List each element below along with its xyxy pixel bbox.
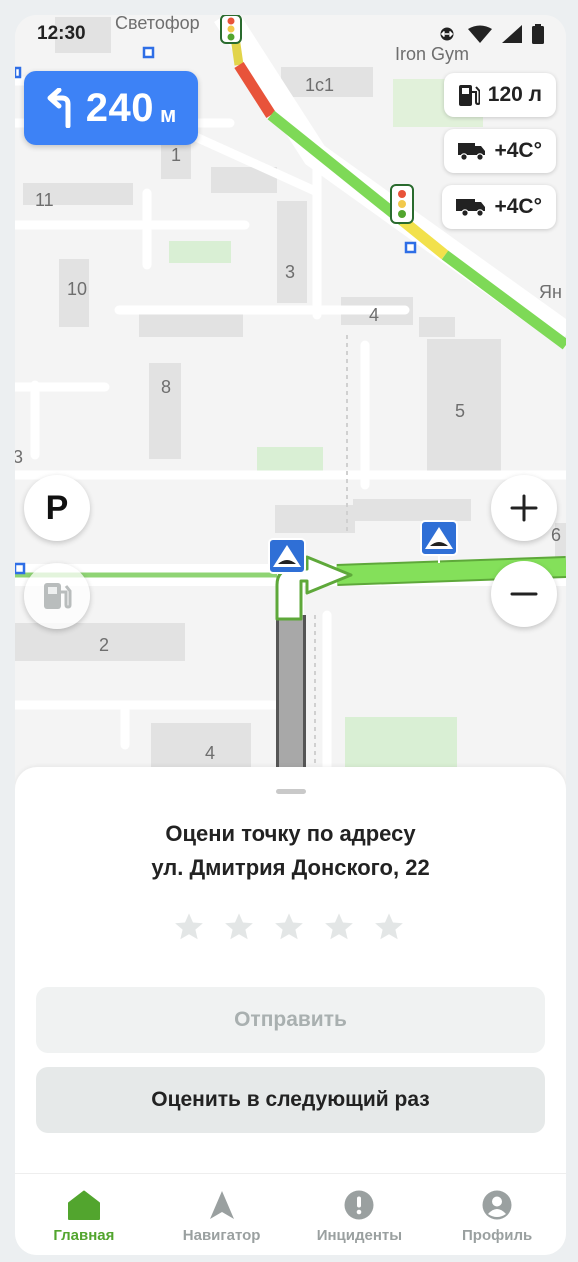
- maneuver-distance: 240: [85, 85, 154, 130]
- fuel-level-value: 120 л: [487, 83, 542, 106]
- trailer-truck-icon: [456, 199, 486, 217]
- rating-title-line: Оцени точку по адресу: [165, 821, 416, 846]
- tab-navigator[interactable]: Навигатор: [153, 1174, 290, 1244]
- status-time: 12:30: [37, 23, 86, 44]
- tab-home[interactable]: Главная: [15, 1174, 152, 1244]
- bottom-tab-bar: Главная Навигатор Инциденты Профиль: [15, 1173, 566, 1255]
- map-label-building: 4: [205, 743, 215, 763]
- map-label-building: 8: [161, 377, 171, 397]
- trailer-temperature-value: +4С°: [494, 195, 542, 218]
- fuel-pump-icon: [458, 85, 480, 106]
- traffic-light-icon: [390, 184, 414, 224]
- map-label-building: 3: [285, 262, 295, 282]
- tab-label: Главная: [53, 1227, 115, 1244]
- phone-screen: Светофор Iron Gym 1с1 1 11 10 3 4 8 5 2 …: [15, 15, 566, 1255]
- tab-label: Профиль: [462, 1227, 533, 1244]
- tab-label: Инциденты: [316, 1227, 403, 1244]
- maneuver-unit: м: [159, 102, 177, 127]
- map-label-building: 3: [15, 447, 23, 467]
- tab-incidents[interactable]: Инциденты: [291, 1174, 428, 1244]
- zoom-out-button[interactable]: [491, 561, 557, 627]
- alert-icon: [344, 1190, 374, 1220]
- tab-label: Навигатор: [182, 1227, 261, 1244]
- fuel-level-chip[interactable]: 120 л: [443, 73, 556, 117]
- map-label-building: 1с1: [305, 75, 334, 95]
- map-label-building: 6: [551, 525, 561, 545]
- truck-icon: [458, 143, 486, 161]
- star-icon[interactable]: [273, 911, 305, 943]
- star-icon[interactable]: [223, 911, 255, 943]
- map-label-building: 5: [455, 401, 465, 421]
- status-icons: [436, 24, 544, 44]
- sheet-drag-handle[interactable]: [276, 789, 306, 794]
- maneuver-card[interactable]: 240 м: [24, 71, 198, 145]
- parking-button[interactable]: P: [24, 475, 90, 541]
- rate-later-button[interactable]: Оценить в следующий раз: [36, 1067, 545, 1133]
- vpn-link-icon: [440, 27, 454, 41]
- fuel-station-icon: [44, 583, 72, 609]
- map-label-building: 4: [369, 305, 379, 325]
- map-label-building: 2: [99, 635, 109, 655]
- map-label-building: 10: [67, 279, 87, 299]
- status-bar: 12:30: [15, 15, 566, 53]
- parking-icon: P: [45, 488, 69, 527]
- speed-bump-sign-icon: [268, 538, 306, 574]
- wifi-icon: [468, 25, 492, 43]
- map-label-building: 1: [171, 145, 181, 165]
- star-icon[interactable]: [173, 911, 205, 943]
- tab-profile[interactable]: Профиль: [429, 1174, 566, 1244]
- plus-icon: [510, 494, 538, 522]
- user-icon: [482, 1190, 512, 1220]
- rating-title: Оцени точку по адресу ул. Дмитрия Донско…: [15, 817, 566, 885]
- trailer-temperature-chip[interactable]: +4С°: [442, 185, 556, 229]
- star-icon[interactable]: [373, 911, 405, 943]
- cellular-signal-icon: [502, 25, 522, 43]
- submit-rating-button[interactable]: Отправить: [36, 987, 545, 1053]
- truck-temperature-chip[interactable]: +4С°: [444, 129, 556, 173]
- truck-temperature-value: +4С°: [494, 139, 542, 162]
- rating-address: ул. Дмитрия Донского, 22: [151, 855, 430, 880]
- battery-icon: [532, 24, 544, 44]
- minus-icon: [510, 592, 538, 596]
- map-label-street: Ян: [539, 282, 562, 302]
- zoom-in-button[interactable]: [491, 475, 557, 541]
- star-rating[interactable]: [173, 911, 405, 943]
- home-icon: [67, 1190, 100, 1220]
- map-label-building: 11: [35, 190, 54, 210]
- turn-left-arrow-icon: [47, 88, 71, 128]
- navigation-arrow-icon: [209, 1191, 234, 1219]
- fuel-station-button[interactable]: [24, 563, 90, 629]
- star-icon[interactable]: [323, 911, 355, 943]
